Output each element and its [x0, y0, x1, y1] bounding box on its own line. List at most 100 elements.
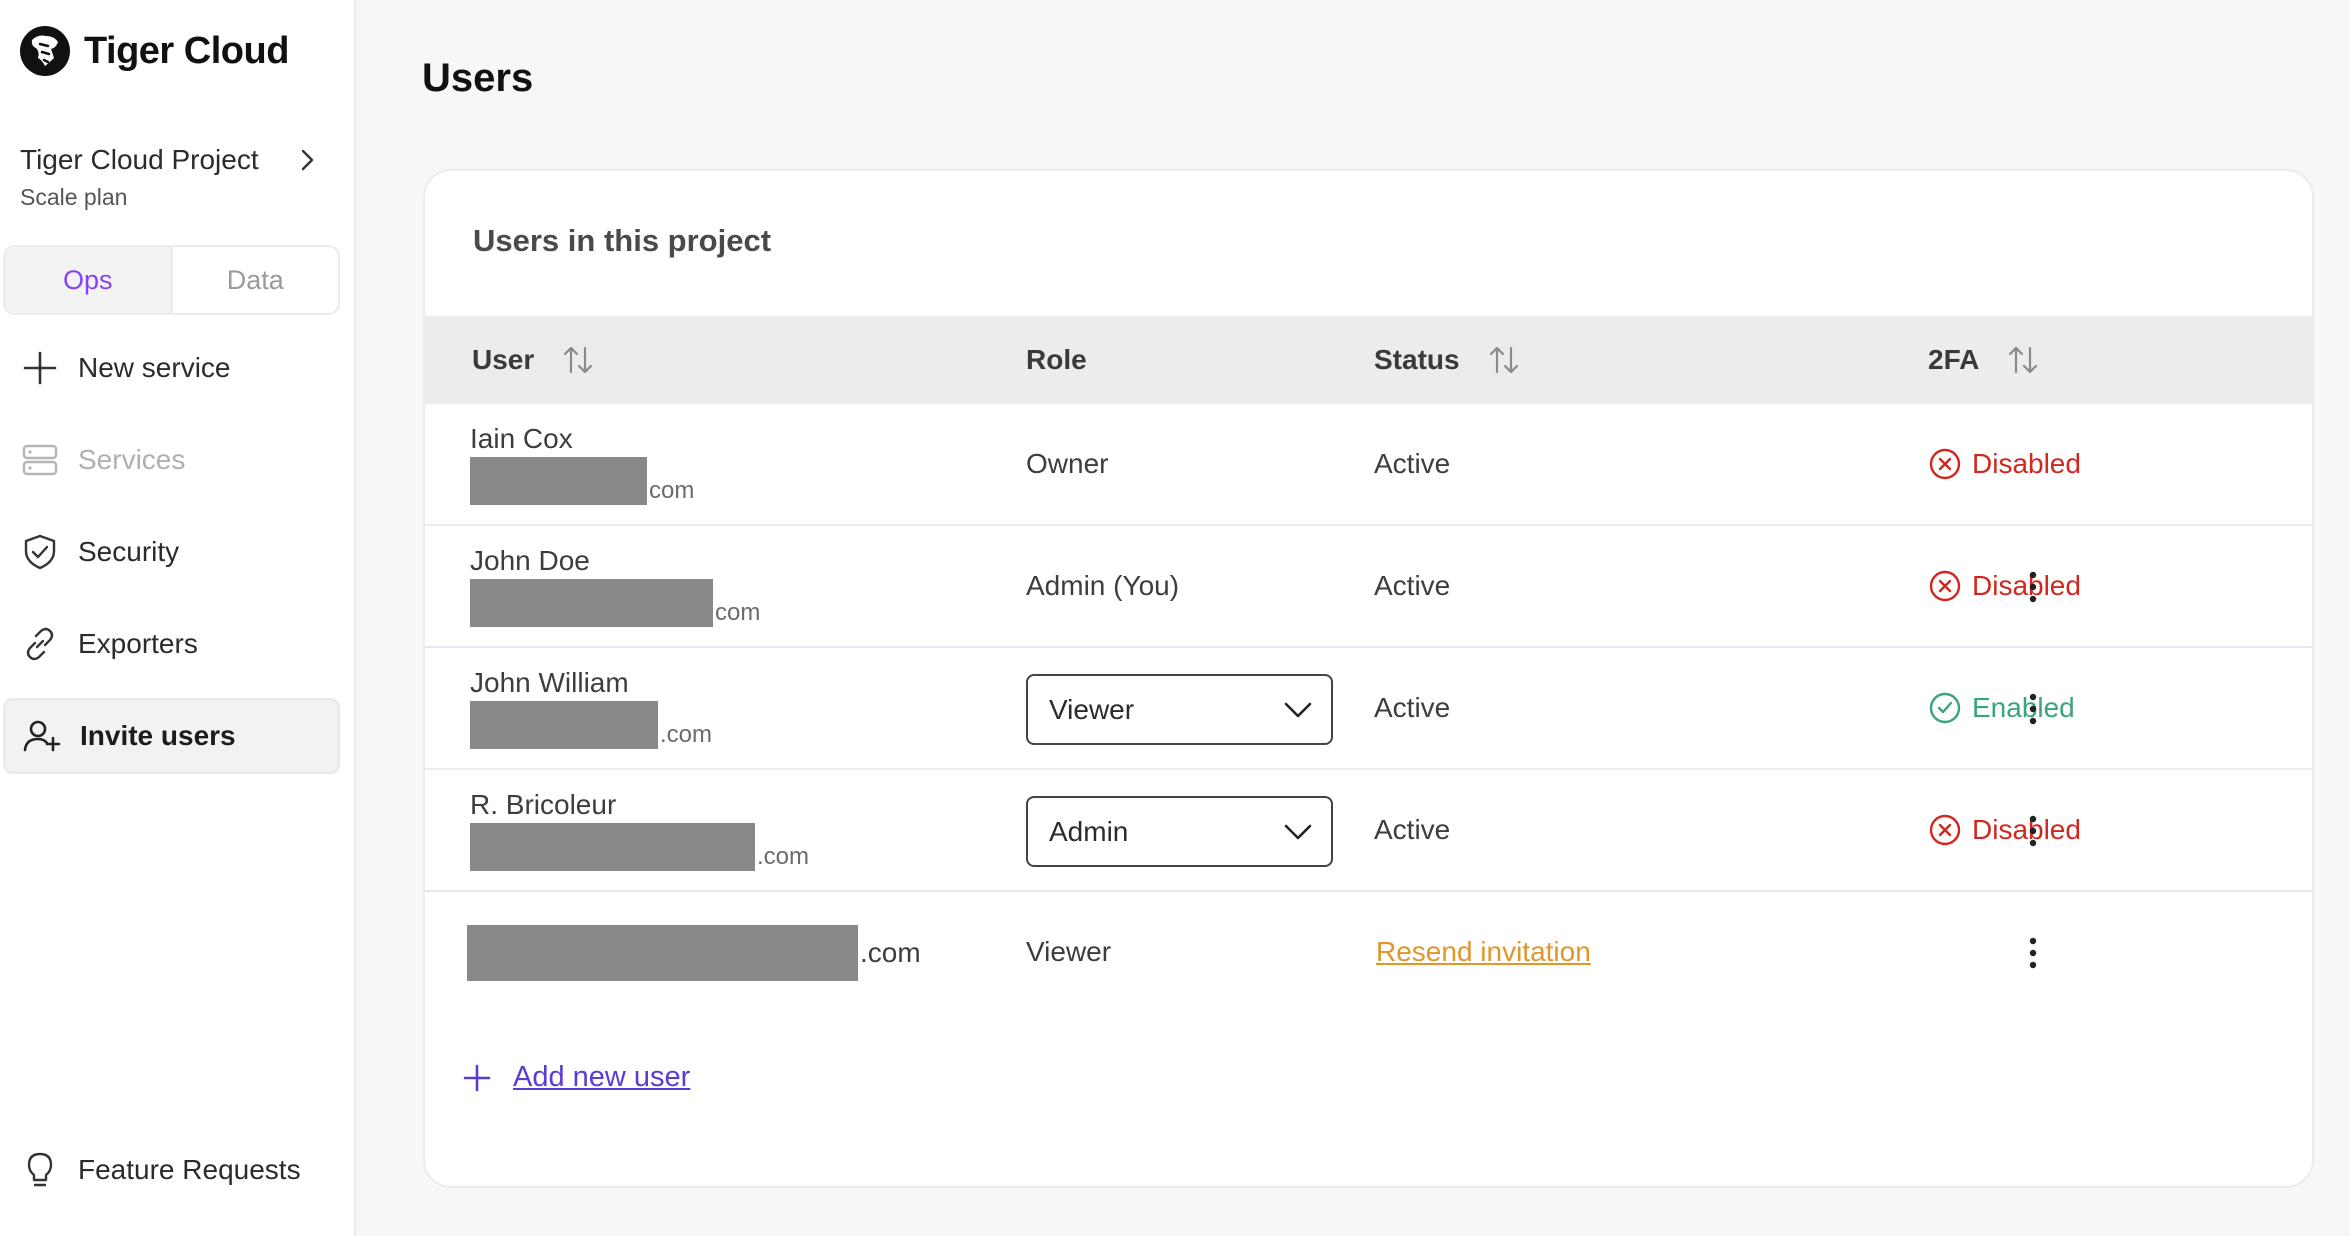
sidebar-nav: New service Services Security Exporters … — [3, 330, 340, 790]
x-circle-icon — [1929, 814, 1961, 846]
toggle-data[interactable]: Data — [173, 247, 339, 313]
logo[interactable]: Tiger Cloud — [18, 24, 289, 78]
table-header: User Role Status 2FA — [425, 316, 2312, 404]
user-email: .com — [470, 701, 712, 749]
column-label: 2FA — [1928, 344, 1980, 375]
status-text: Active — [1374, 814, 1451, 845]
user-name: Iain Cox — [470, 423, 573, 454]
redacted-block — [470, 701, 658, 749]
email-suffix: .com — [757, 843, 810, 870]
table-row: John Doe com Admin (You) Active Disabled — [425, 526, 2312, 648]
user-email: com — [470, 579, 760, 627]
project-name: Tiger Cloud Project — [20, 144, 259, 175]
email-suffix: .com — [860, 937, 921, 968]
sidebar-item-exporters[interactable]: Exporters — [3, 606, 340, 682]
row-actions-button[interactable] — [2013, 684, 2053, 734]
user-email: .com — [470, 823, 809, 871]
user-cell: Iain Cox com — [470, 404, 694, 524]
chevron-down-icon — [1284, 824, 1312, 840]
sidebar-item-invite-users[interactable]: Invite users — [3, 698, 340, 774]
project-plan: Scale plan — [20, 184, 128, 210]
lightbulb-icon — [27, 1152, 53, 1187]
toggle-ops[interactable]: Ops — [5, 247, 173, 313]
role-select-value: Viewer — [1049, 693, 1135, 725]
feature-requests-label: Feature Requests — [78, 1154, 301, 1185]
chevron-down-icon — [1284, 702, 1312, 718]
app-name: Tiger Cloud — [84, 29, 289, 72]
more-vertical-icon — [2029, 937, 2037, 969]
more-vertical-icon — [2029, 815, 2037, 847]
feature-requests-link[interactable]: Feature Requests — [20, 1150, 301, 1190]
resend-cell: Resend invitation — [1376, 892, 1591, 1012]
twofa-cell: Disabled — [1928, 404, 2081, 524]
shield-icon — [24, 534, 56, 570]
sidebar: Tiger Cloud Tiger Cloud Project Scale pl… — [0, 0, 356, 1236]
row-actions-button[interactable] — [2013, 928, 2053, 978]
user-cell: .com — [467, 892, 921, 1012]
table-row: Iain Cox com Owner Active Disabled — [425, 404, 2312, 526]
user-email: com — [470, 457, 694, 505]
page-title: Users — [422, 56, 534, 100]
redacted-block — [470, 823, 755, 871]
column-header-role: Role — [1026, 316, 1087, 404]
column-label: User — [472, 344, 535, 375]
check-circle-icon — [1929, 692, 1961, 724]
user-name: John Doe — [470, 545, 590, 576]
user-cell: John William .com — [470, 648, 712, 768]
more-vertical-icon — [2029, 693, 2037, 725]
status-text: Active — [1374, 692, 1451, 723]
redacted-block — [467, 925, 858, 981]
sidebar-item-label: Security — [78, 536, 180, 567]
sidebar-item-new-service[interactable]: New service — [3, 330, 340, 406]
column-label: Status — [1374, 344, 1460, 375]
role-select[interactable]: Admin — [1026, 796, 1333, 867]
row-actions-button[interactable] — [2013, 806, 2053, 856]
redacted-block — [470, 457, 647, 505]
project-switcher[interactable]: Tiger Cloud Project Scale plan — [20, 144, 336, 211]
email-suffix: com — [715, 599, 761, 626]
add-new-user-link[interactable]: Add new user — [461, 1061, 690, 1094]
card-title: Users in this project — [473, 223, 772, 258]
column-header-status[interactable]: Status — [1374, 316, 1522, 404]
plus-icon — [23, 351, 57, 385]
email-suffix: com — [649, 477, 695, 504]
user-plus-icon — [23, 720, 61, 752]
column-header-2fa[interactable]: 2FA — [1928, 316, 2041, 404]
tiger-logo-icon — [20, 26, 70, 76]
sidebar-item-services[interactable]: Services — [3, 422, 340, 498]
more-vertical-icon — [2029, 571, 2037, 603]
user-name: R. Bricoleur — [470, 789, 617, 820]
sort-icon[interactable] — [560, 342, 596, 378]
chevron-right-icon — [301, 149, 314, 171]
sort-icon[interactable] — [1486, 342, 1522, 378]
sidebar-item-label: Exporters — [78, 628, 198, 659]
mode-toggle: Ops Data — [3, 245, 340, 315]
user-email: .com — [467, 925, 921, 981]
role-text: Admin (You) — [1026, 570, 1180, 601]
sidebar-item-security[interactable]: Security — [3, 514, 340, 590]
twofa-cell: Disabled — [1928, 526, 2081, 646]
role-text: Owner — [1026, 448, 1109, 479]
column-header-user[interactable]: User — [472, 316, 596, 404]
user-name: John William — [470, 667, 629, 698]
row-actions-button[interactable] — [2013, 562, 2053, 612]
x-circle-icon — [1929, 448, 1961, 480]
redacted-block — [470, 579, 713, 627]
table-row: John William .com Viewer Active Enabled — [425, 648, 2312, 770]
table-row: .com Viewer Resend invitation — [425, 892, 2312, 1014]
plus-icon — [463, 1064, 491, 1091]
sidebar-item-label: Invite users — [80, 720, 236, 751]
column-label: Role — [1026, 344, 1087, 375]
twofa-cell: Disabled — [1928, 770, 2081, 890]
sort-icon[interactable] — [2005, 342, 2041, 378]
email-suffix: .com — [660, 721, 713, 748]
role-select[interactable]: Viewer — [1026, 674, 1333, 745]
twofa-status: Disabled — [1972, 448, 2081, 479]
sidebar-item-label: Services — [78, 444, 186, 475]
status-text: Active — [1374, 570, 1451, 601]
table-row: R. Bricoleur .com Admin Active Disabled — [425, 770, 2312, 892]
resend-invitation-link[interactable]: Resend invitation — [1376, 936, 1591, 968]
users-card: Users in this project User Role Status 2… — [423, 169, 2314, 1188]
x-circle-icon — [1929, 570, 1961, 602]
role-select-value: Admin — [1049, 815, 1129, 847]
